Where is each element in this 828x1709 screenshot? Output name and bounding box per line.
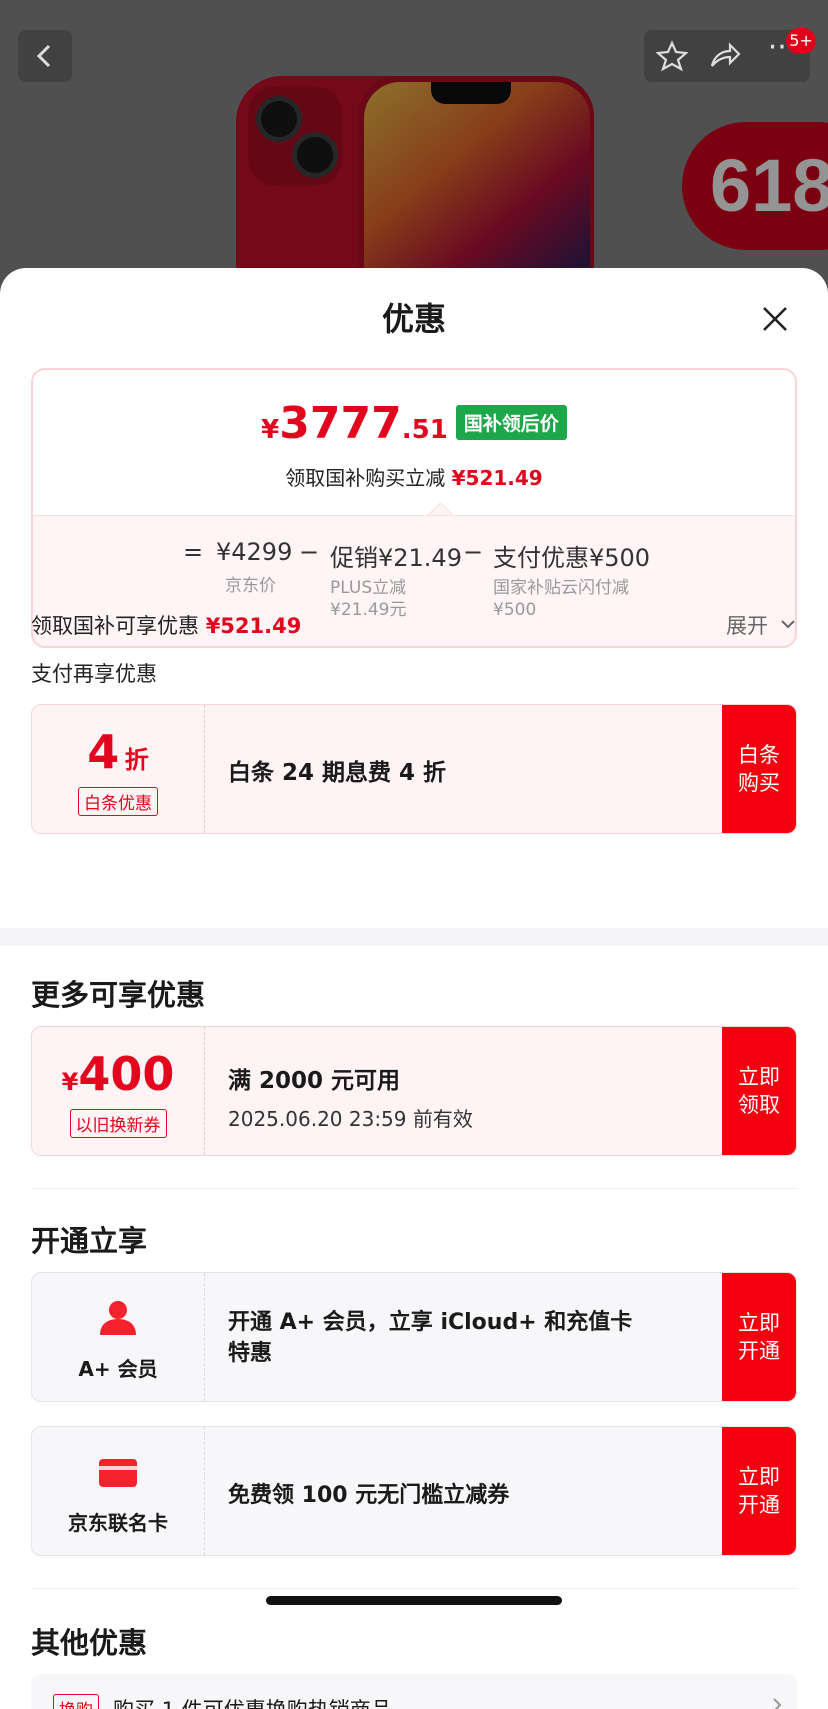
chevron-down-icon xyxy=(780,620,795,629)
baitiao-desc: 白条 24 期息费 4 折 xyxy=(228,760,447,786)
star-icon[interactable] xyxy=(656,40,688,72)
expand-button[interactable]: 展开 xyxy=(726,610,797,640)
notification-badge: 5+ xyxy=(786,28,816,54)
coupon-amount: 400 xyxy=(78,1047,175,1101)
promo-note-1: PLUS立减 xyxy=(330,578,407,598)
claim-coupon-button[interactable]: 立即领取 xyxy=(722,1027,796,1155)
payment-note-1: 国家补贴云闪付减 xyxy=(493,578,629,598)
aplus-member-desc: 开通 A+ 会员，立享 iCloud+ 和充值卡特惠 xyxy=(228,1310,633,1366)
sheet-title: 优惠 xyxy=(381,300,446,338)
promo-note-2: ¥21.49元 xyxy=(330,600,407,620)
subsidy-summary: 领取国补购买立减 ¥521.49 xyxy=(285,466,543,490)
price-breakdown-card: ¥3777.51 国补领后价 领取国补购买立减 ¥521.49 = ¥4299 −… xyxy=(31,368,797,648)
trade-up-text: 购买 1 件可优惠换购热销商品 xyxy=(113,1694,392,1709)
payment-note-2: ¥500 xyxy=(493,600,537,620)
aplus-member-card: A+ 会员 开通 A+ 会员，立享 iCloud+ 和充值卡特惠 立即开通 xyxy=(31,1272,797,1402)
open-aplus-button[interactable]: 立即开通 xyxy=(722,1273,796,1401)
trade-in-tag: 以旧换新券 xyxy=(69,1109,167,1138)
other-offers-title: 其他优惠 xyxy=(31,1626,148,1660)
divider xyxy=(31,1588,797,1589)
user-icon xyxy=(100,1301,136,1335)
cobrand-card-desc: 免费领 100 元无门槛立减券 xyxy=(228,1483,510,1508)
aplus-member-name: A+ 会员 xyxy=(78,1357,158,1381)
payment-discount: 支付优惠¥500 xyxy=(493,544,651,572)
cobrand-card-name: 京东联名卡 xyxy=(68,1511,168,1535)
open-benefits-title: 开通立享 xyxy=(31,1224,148,1258)
open-cobrand-button[interactable]: 立即开通 xyxy=(722,1427,796,1555)
final-price: ¥3777.51 国补领后价 xyxy=(33,398,795,449)
home-indicator xyxy=(266,1596,562,1605)
top-action-group: ··· xyxy=(644,30,810,82)
baitiao-tag: 白条优惠 xyxy=(78,787,158,816)
baitiao-offer-card: 4 折 白条优惠 白条 24 期息费 4 折 白条购买 xyxy=(31,704,797,834)
close-icon[interactable] xyxy=(758,302,792,336)
credit-card-icon xyxy=(99,1459,137,1487)
chevron-right-icon xyxy=(773,1698,782,1709)
pay-section-title: 支付再享优惠 xyxy=(31,662,157,686)
subsidy-row: 领取国补可享优惠 ¥521.49 xyxy=(31,614,302,638)
base-price: ¥4299 xyxy=(216,538,293,566)
section-separator xyxy=(0,928,828,946)
coupon-condition: 满 2000 元可用 xyxy=(228,1068,401,1094)
jd-cobrand-card: 京东联名卡 免费领 100 元无门槛立减券 立即开通 xyxy=(31,1426,797,1556)
promo-discount: 促销¥21.49 xyxy=(330,544,462,572)
share-icon[interactable] xyxy=(708,40,742,72)
base-price-note: 京东价 xyxy=(225,576,276,596)
chevron-left-icon xyxy=(36,44,51,68)
trade-up-tag: 换购 xyxy=(53,1694,99,1709)
discount-unit: 折 xyxy=(124,746,149,774)
more-offers-title: 更多可享优惠 xyxy=(31,978,206,1012)
baitiao-buy-button[interactable]: 白条购买 xyxy=(722,705,796,833)
trade-up-offer-row[interactable]: 换购 购买 1 件可优惠换购热销商品 xyxy=(31,1674,797,1709)
trade-in-coupon-card: ¥400 以旧换新券 满 2000 元可用 2025.06.20 23:59 前… xyxy=(31,1026,797,1156)
subsidy-price-tag: 国补领后价 xyxy=(455,405,567,440)
back-button[interactable] xyxy=(18,30,72,82)
discount-sheet: 优惠 ¥3777.51 国补领后价 领取国补购买立减 ¥521.49 = ¥429… xyxy=(0,268,828,1709)
divider xyxy=(31,1188,797,1189)
coupon-expiry: 2025.06.20 23:59 前有效 xyxy=(228,1107,473,1131)
discount-value: 4 xyxy=(87,725,120,779)
